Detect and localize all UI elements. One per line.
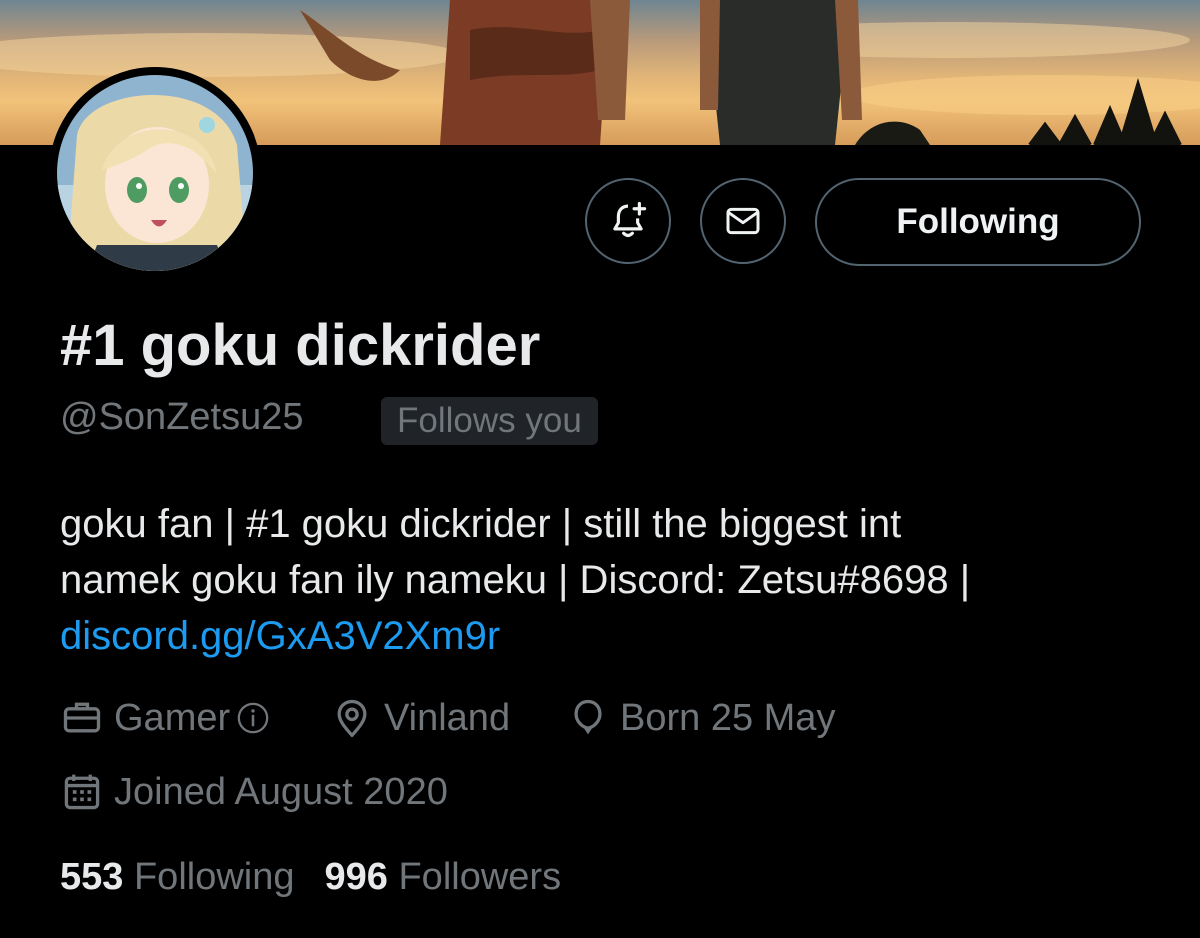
location-item: Vinland bbox=[330, 696, 510, 740]
joined-item: Joined August 2020 bbox=[60, 770, 448, 814]
notify-button[interactable] bbox=[585, 178, 671, 264]
following-count: 553 bbox=[60, 856, 124, 898]
username-handle: @SonZetsu25 bbox=[60, 396, 304, 438]
message-button[interactable] bbox=[700, 178, 786, 264]
avatar-image bbox=[57, 75, 253, 271]
bio-line: namek goku fan ily nameku | Discord: Zet… bbox=[60, 558, 971, 602]
followers-count-link[interactable]: 996 Followers bbox=[325, 856, 562, 899]
envelope-icon bbox=[726, 207, 760, 235]
profession-label: Gamer bbox=[114, 696, 231, 739]
bio: goku fan | #1 goku dickrider | still the… bbox=[60, 496, 1160, 664]
balloon-icon bbox=[574, 699, 602, 735]
profession-item: Gamer bbox=[60, 696, 270, 740]
birthday-item: Born 25 May bbox=[566, 696, 835, 740]
location-pin-icon bbox=[337, 699, 367, 738]
briefcase-icon bbox=[63, 702, 101, 733]
followers-count-label: Followers bbox=[398, 856, 562, 898]
followers-count: 996 bbox=[324, 856, 388, 898]
display-name: #1 goku dickrider bbox=[60, 313, 541, 378]
location-label: Vinland bbox=[384, 696, 511, 739]
joined-label: Joined August 2020 bbox=[114, 770, 448, 813]
following-button[interactable]: Following bbox=[815, 178, 1141, 266]
info-icon[interactable] bbox=[236, 701, 270, 735]
bio-line: goku fan | #1 goku dickrider | still the… bbox=[60, 502, 902, 546]
bell-plus-icon bbox=[613, 201, 647, 238]
birthday-label: Born 25 May bbox=[620, 696, 836, 739]
following-count-label: Following bbox=[133, 856, 295, 898]
calendar-icon bbox=[64, 774, 100, 810]
following-count-link[interactable]: 553 Following bbox=[60, 856, 295, 899]
follow-stats: 553 Following 996 Followers bbox=[60, 856, 591, 899]
following-button-label: Following bbox=[896, 202, 1060, 241]
avatar[interactable] bbox=[49, 67, 261, 279]
follows-you-badge: Follows you bbox=[381, 397, 598, 445]
bio-link[interactable]: discord.gg/GxA3V2Xm9r bbox=[60, 614, 500, 658]
